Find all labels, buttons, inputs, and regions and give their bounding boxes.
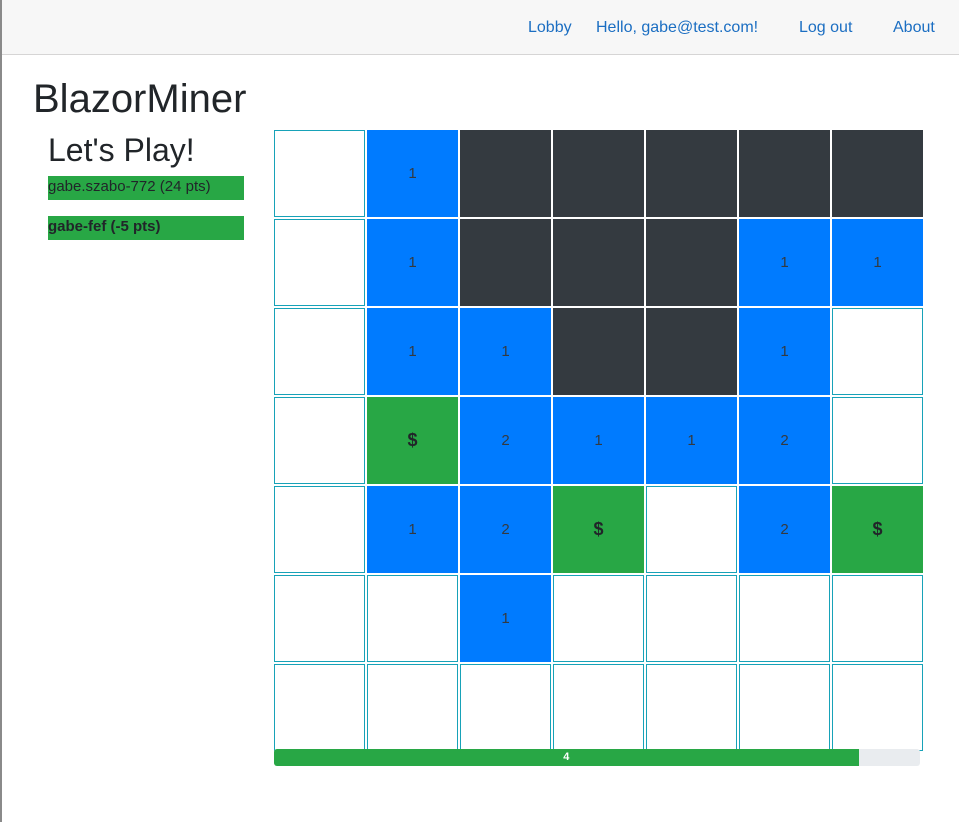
board-cell-empty[interactable] [274,308,365,395]
board-cell-empty[interactable] [274,397,365,484]
board-cell-number[interactable]: 1 [367,486,458,573]
nav-about-link[interactable]: About [893,18,935,37]
board-cell-number[interactable]: 1 [367,219,458,306]
board-cell-empty[interactable] [832,575,923,662]
board-cell-number[interactable]: 1 [460,575,551,662]
board-cell-found-mine[interactable]: $ [367,397,458,484]
window-edge [0,0,2,822]
board-cell-empty[interactable] [274,664,365,751]
board-cell-hidden[interactable] [553,130,644,217]
board-cell-hidden[interactable] [739,130,830,217]
nav-logout-link[interactable]: Log out [799,18,852,37]
board-cell-hidden[interactable] [646,219,737,306]
page-subtitle: Let's Play! [48,132,195,168]
board-cell-hidden[interactable] [553,219,644,306]
progress-bar: 4 [274,749,859,766]
board-cell-found-mine[interactable]: $ [553,486,644,573]
minesweeper-board: 1 1 1 1 1 1 1 $2 1 1 2 1 2 $2 $1 [274,130,923,751]
board-cell-number[interactable]: 2 [739,397,830,484]
board-cell-found-mine[interactable]: $ [832,486,923,573]
board-cell-number[interactable]: 1 [367,130,458,217]
progress-track: 4 [274,749,920,766]
board-cell-number[interactable]: 1 [739,308,830,395]
board-cell-empty[interactable] [367,664,458,751]
board-cell-empty[interactable] [274,130,365,217]
board-cell-empty[interactable] [553,664,644,751]
board-cell-hidden[interactable] [460,219,551,306]
board-cell-empty[interactable] [274,486,365,573]
board-cell-empty[interactable] [367,575,458,662]
board-cell-empty[interactable] [832,664,923,751]
board-cell-empty[interactable] [646,575,737,662]
board-cell-empty[interactable] [646,486,737,573]
board-cell-empty[interactable] [460,664,551,751]
board-cell-number[interactable]: 1 [367,308,458,395]
board-cell-number[interactable]: 1 [739,219,830,306]
board-cell-empty[interactable] [274,219,365,306]
top-nav-bar: Lobby Hello, gabe@test.com! Log out Abou… [2,0,959,55]
board-cell-number[interactable]: 1 [460,308,551,395]
nav-lobby-link[interactable]: Lobby [528,18,572,37]
board-cell-hidden[interactable] [553,308,644,395]
board-cell-hidden[interactable] [646,308,737,395]
board-cell-number[interactable]: 1 [832,219,923,306]
board-cell-empty[interactable] [832,397,923,484]
board-cell-hidden[interactable] [832,130,923,217]
nav-user-greeting-link[interactable]: Hello, gabe@test.com! [596,18,758,37]
board-cell-number[interactable]: 1 [553,397,644,484]
board-cell-hidden[interactable] [460,130,551,217]
board-cell-number[interactable]: 2 [460,486,551,573]
board-cell-empty[interactable] [832,308,923,395]
board-cell-empty[interactable] [274,575,365,662]
board-cell-empty[interactable] [739,664,830,751]
board-cell-empty[interactable] [739,575,830,662]
board-cell-hidden[interactable] [646,130,737,217]
player-score-1: gabe.szabo-772 (24 pts) [48,176,244,200]
board-cell-empty[interactable] [553,575,644,662]
board-cell-number[interactable]: 1 [646,397,737,484]
board-cell-number[interactable]: 2 [739,486,830,573]
board-cell-empty[interactable] [646,664,737,751]
app-title: BlazorMiner [33,77,247,121]
player-score-2-current: gabe-fef (-5 pts) [48,216,244,240]
board-cell-number[interactable]: 2 [460,397,551,484]
